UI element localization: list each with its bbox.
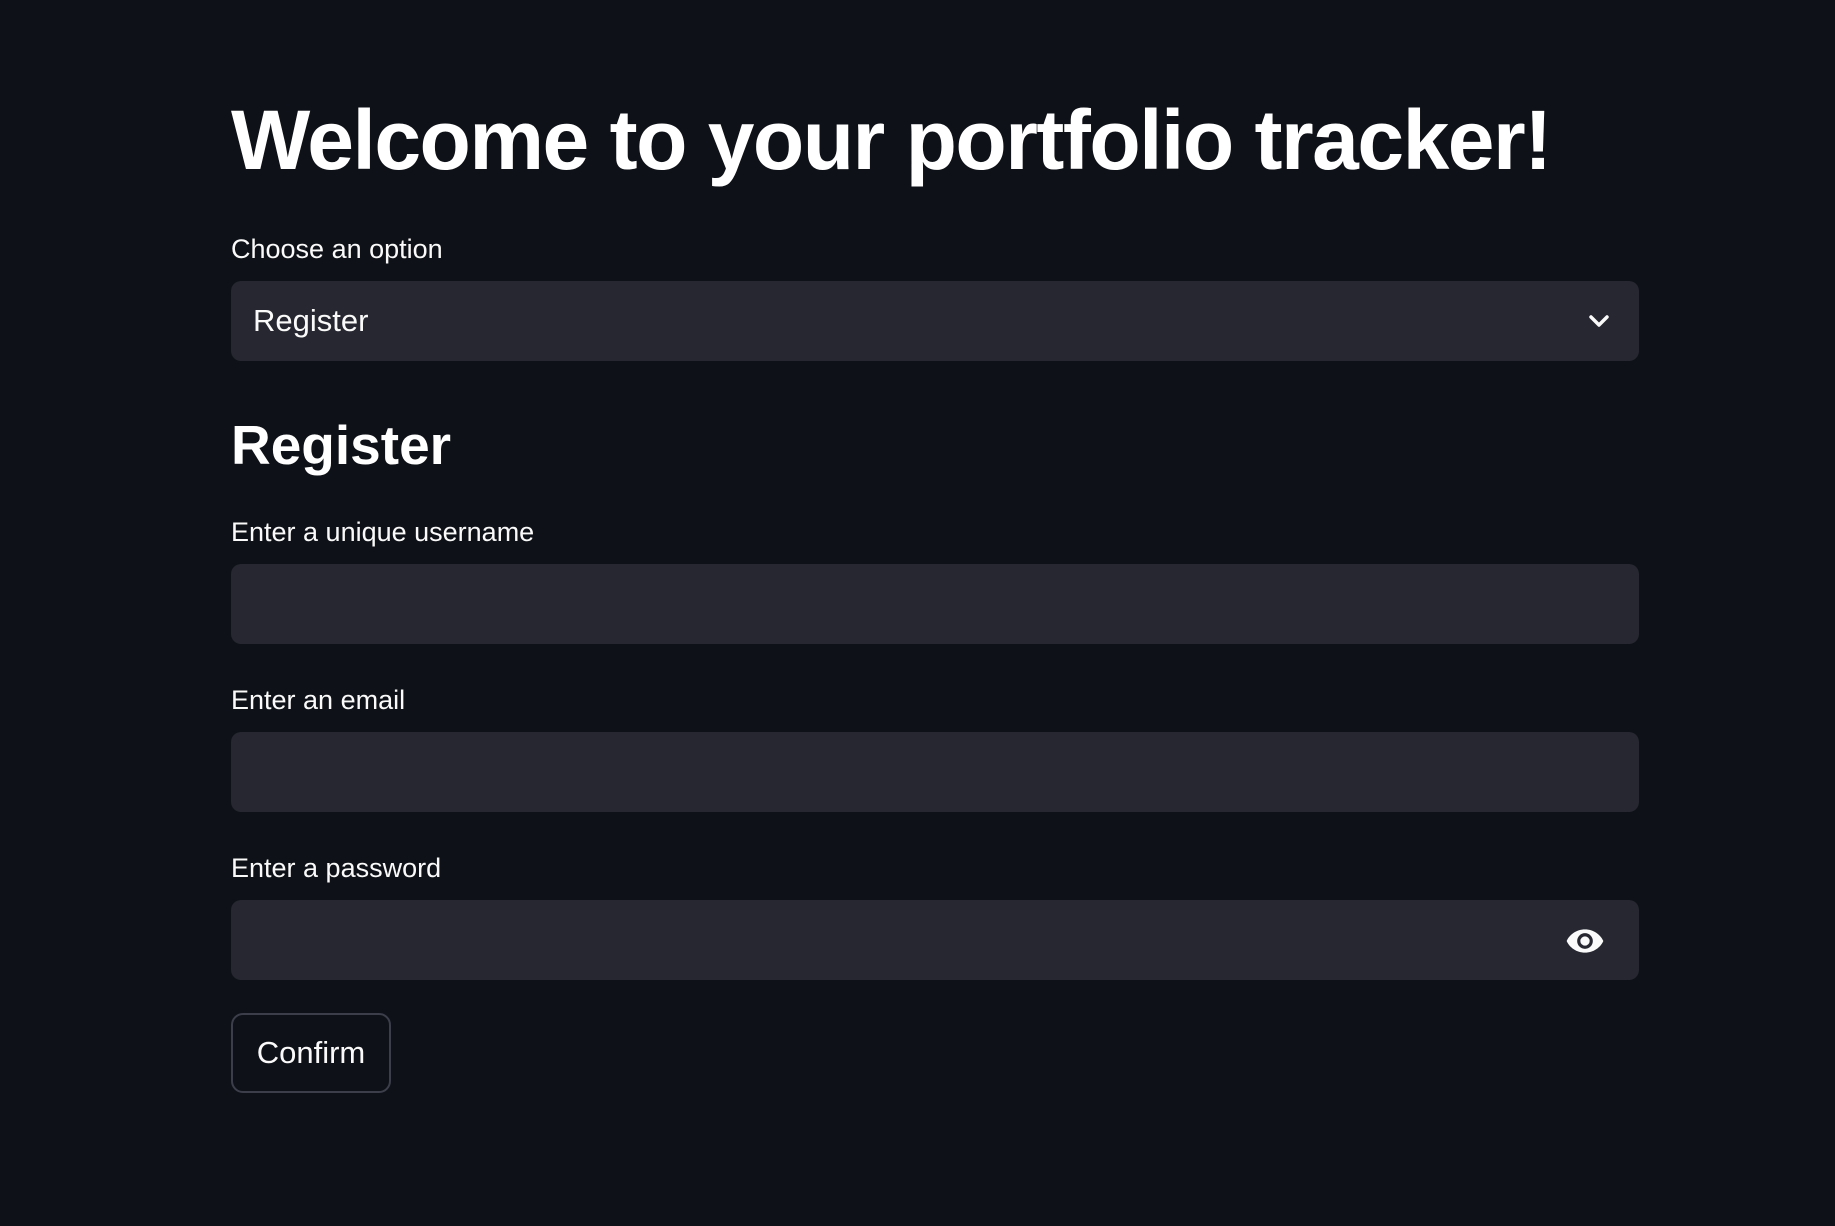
app-root: Welcome to your portfolio tracker! Choos… (0, 0, 1835, 1226)
register-heading: Register (231, 414, 452, 476)
email-label: Enter an email (231, 685, 406, 715)
eye-icon (1566, 929, 1604, 953)
chevron-down-icon[interactable] (1583, 305, 1615, 337)
username-label: Enter a unique username (231, 517, 535, 547)
password-input[interactable] (231, 900, 1639, 980)
page-title: Welcome to your portfolio tracker! (231, 93, 1552, 187)
option-select-label: Choose an option (231, 234, 443, 264)
option-select[interactable]: Register (231, 281, 1639, 361)
confirm-button[interactable]: Confirm (231, 1013, 391, 1093)
password-visibility-toggle[interactable] (1552, 921, 1618, 961)
option-select-value: Register (253, 303, 369, 338)
username-input[interactable] (231, 564, 1639, 644)
email-input[interactable] (231, 732, 1639, 812)
password-label: Enter a password (231, 853, 442, 883)
